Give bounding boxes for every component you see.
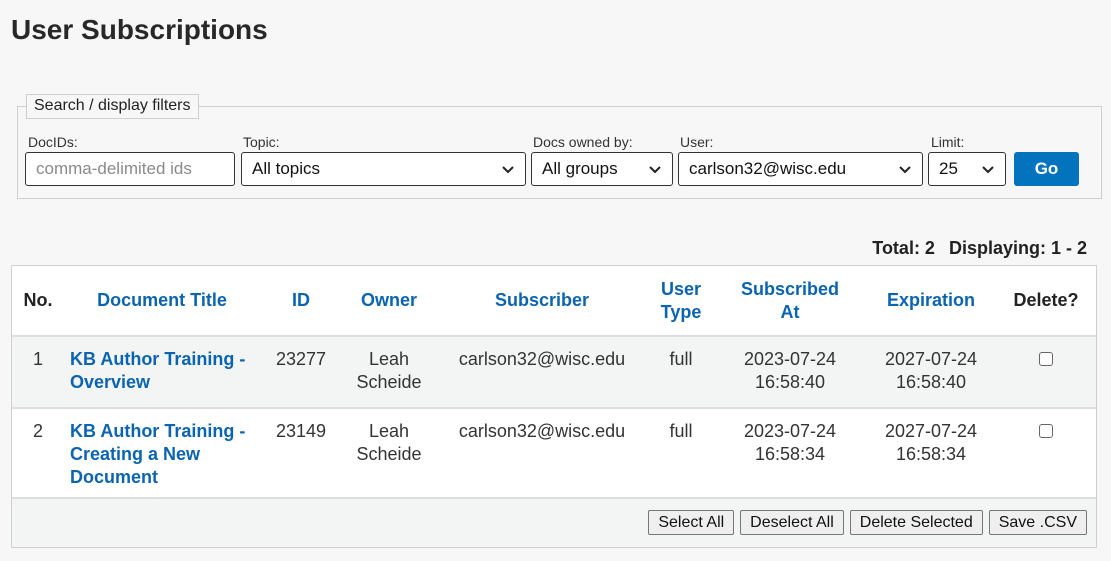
header-expiration[interactable]: Expiration bbox=[866, 266, 996, 336]
docids-placeholder: comma-delimited ids bbox=[36, 159, 192, 178]
select-all-button[interactable]: Select All bbox=[648, 510, 735, 535]
header-subscribed-at[interactable]: Subscribed At bbox=[714, 266, 866, 336]
document-title-link[interactable]: KB Author Training - Creating a New Docu… bbox=[64, 407, 260, 499]
user-type: full bbox=[648, 335, 714, 408]
subscriber: carlson32@wisc.edu bbox=[436, 407, 648, 499]
row-number: 2 bbox=[12, 407, 64, 499]
subscriptions-table-container: No. Document Title ID Owner Subscriber U… bbox=[11, 265, 1097, 548]
header-subscriber[interactable]: Subscriber bbox=[436, 266, 648, 336]
document-title-link[interactable]: KB Author Training - Overview bbox=[64, 335, 260, 408]
chevron-down-icon bbox=[899, 166, 911, 174]
delete-checkbox[interactable] bbox=[1039, 352, 1053, 366]
limit-label: Limit: bbox=[931, 134, 965, 150]
document-id: 23149 bbox=[260, 407, 342, 499]
expiration: 2027-07-24 16:58:34 bbox=[866, 407, 996, 499]
expiration-time: 16:58:40 bbox=[895, 372, 967, 392]
expiration-date: 2027-07-24 bbox=[884, 349, 978, 369]
row-number: 1 bbox=[12, 335, 64, 408]
header-user-type-line1: User bbox=[660, 278, 702, 299]
displaying-range: Displaying: 1 - 2 bbox=[948, 238, 1087, 258]
table-header-row: No. Document Title ID Owner Subscriber U… bbox=[12, 266, 1096, 336]
total-count: Total: 2 bbox=[872, 238, 935, 258]
results-summary: Total: 2 Displaying: 1 - 2 bbox=[858, 238, 1087, 259]
owner-last: Scheide bbox=[356, 444, 422, 464]
header-user-type-line2: Type bbox=[660, 301, 702, 322]
topic-value: All topics bbox=[252, 159, 321, 178]
header-subscribed-line2: At bbox=[780, 301, 800, 322]
subscribed-at: 2023-07-24 16:58:40 bbox=[714, 335, 866, 408]
subscriber: carlson32@wisc.edu bbox=[436, 335, 648, 408]
subscriptions-table: No. Document Title ID Owner Subscriber U… bbox=[12, 266, 1096, 499]
header-no: No. bbox=[12, 266, 64, 336]
document-id: 23277 bbox=[260, 335, 342, 408]
limit-value: 25 bbox=[939, 159, 958, 178]
owned-by-value: All groups bbox=[542, 159, 618, 178]
chevron-down-icon bbox=[982, 166, 994, 174]
subscribed-time: 16:58:34 bbox=[754, 444, 826, 464]
header-document-title[interactable]: Document Title bbox=[64, 266, 260, 336]
delete-cell bbox=[996, 335, 1096, 408]
header-user-type[interactable]: User Type bbox=[648, 266, 714, 336]
owner-last: Scheide bbox=[356, 372, 422, 392]
user-value: carlson32@wisc.edu bbox=[689, 159, 847, 178]
table-actions: Select All Deselect All Delete Selected … bbox=[648, 510, 1087, 535]
header-delete: Delete? bbox=[996, 266, 1096, 336]
topic-label: Topic: bbox=[243, 134, 280, 150]
subscribed-date: 2023-07-24 bbox=[743, 421, 837, 441]
expiration: 2027-07-24 16:58:40 bbox=[866, 335, 996, 408]
docids-label: DocIDs: bbox=[28, 134, 78, 150]
subscribed-time: 16:58:40 bbox=[754, 372, 826, 392]
table-row: 1 KB Author Training - Overview 23277 Le… bbox=[12, 335, 1096, 408]
header-id[interactable]: ID bbox=[260, 266, 342, 336]
chevron-down-icon bbox=[502, 166, 514, 174]
table-row: 2 KB Author Training - Creating a New Do… bbox=[12, 407, 1096, 499]
limit-select[interactable]: 25 bbox=[928, 152, 1006, 186]
owner-first: Leah bbox=[368, 349, 410, 369]
go-button[interactable]: Go bbox=[1014, 152, 1079, 186]
expiration-time: 16:58:34 bbox=[895, 444, 967, 464]
topic-select[interactable]: All topics bbox=[241, 152, 526, 186]
owner-first: Leah bbox=[368, 421, 410, 441]
expiration-date: 2027-07-24 bbox=[884, 421, 978, 441]
delete-checkbox[interactable] bbox=[1039, 424, 1053, 438]
user-type: full bbox=[648, 407, 714, 499]
save-csv-button[interactable]: Save .CSV bbox=[988, 510, 1087, 535]
deselect-all-button[interactable]: Deselect All bbox=[740, 510, 844, 535]
owned-by-select[interactable]: All groups bbox=[531, 152, 673, 186]
owner: Leah Scheide bbox=[342, 407, 436, 499]
filters-legend: Search / display filters bbox=[26, 94, 199, 119]
chevron-down-icon bbox=[649, 166, 661, 174]
docids-input[interactable]: comma-delimited ids bbox=[25, 152, 235, 186]
subscribed-at: 2023-07-24 16:58:34 bbox=[714, 407, 866, 499]
header-owner[interactable]: Owner bbox=[342, 266, 436, 336]
user-select[interactable]: carlson32@wisc.edu bbox=[678, 152, 923, 186]
subscribed-date: 2023-07-24 bbox=[743, 349, 837, 369]
page-title: User Subscriptions bbox=[11, 14, 268, 45]
user-label: User: bbox=[680, 134, 714, 150]
header-subscribed-line1: Subscribed bbox=[740, 278, 840, 299]
delete-cell bbox=[996, 407, 1096, 499]
delete-selected-button[interactable]: Delete Selected bbox=[849, 510, 983, 535]
owner: Leah Scheide bbox=[342, 335, 436, 408]
owned-by-label: Docs owned by: bbox=[533, 134, 633, 150]
